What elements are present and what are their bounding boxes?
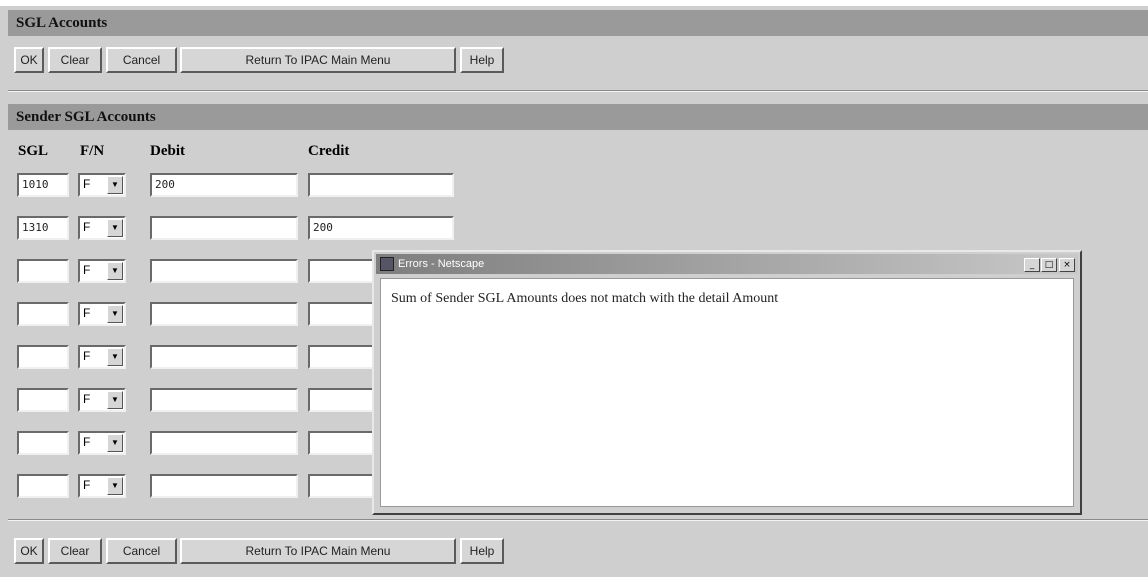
chevron-down-icon[interactable]: ▼ — [107, 262, 123, 280]
sgl-input[interactable] — [17, 302, 69, 326]
debit-input[interactable] — [150, 302, 298, 326]
fn-select-value: F — [83, 220, 91, 234]
sgl-input[interactable] — [17, 474, 69, 498]
col-fn: F/N — [80, 143, 105, 159]
help-button-top[interactable]: Help — [460, 47, 504, 73]
cancel-button-bottom[interactable]: Cancel — [106, 538, 177, 564]
return-main-menu-button-top[interactable]: Return To IPAC Main Menu — [180, 47, 456, 73]
sender-sgl-accounts-header: Sender SGL Accounts — [8, 104, 1148, 130]
chevron-down-icon[interactable]: ▼ — [107, 434, 123, 452]
divider-top — [8, 90, 1148, 92]
fn-select[interactable]: F ▼ — [78, 173, 126, 197]
fn-select-value: F — [83, 478, 91, 492]
ok-button-bottom[interactable]: OK — [14, 538, 44, 564]
return-main-menu-button-bottom[interactable]: Return To IPAC Main Menu — [180, 538, 456, 564]
fn-select-value: F — [83, 263, 91, 277]
fn-select-value: F — [83, 435, 91, 449]
fn-select[interactable]: F ▼ — [78, 474, 126, 498]
chevron-down-icon[interactable]: ▼ — [107, 176, 123, 194]
chevron-down-icon[interactable]: ▼ — [107, 477, 123, 495]
fn-select-value: F — [83, 349, 91, 363]
error-message: Sum of Sender SGL Amounts does not match… — [391, 291, 779, 306]
clear-button-bottom[interactable]: Clear — [48, 538, 102, 564]
close-icon[interactable]: × — [1059, 258, 1075, 272]
col-sgl: SGL — [18, 143, 49, 159]
dialog-content: Sum of Sender SGL Amounts does not match… — [380, 278, 1074, 507]
fn-select[interactable]: F ▼ — [78, 259, 126, 283]
debit-input[interactable] — [150, 216, 298, 240]
sgl-accounts-header: SGL Accounts — [8, 10, 1148, 36]
debit-input[interactable] — [150, 259, 298, 283]
col-debit: Debit — [150, 143, 185, 159]
col-credit: Credit — [308, 143, 350, 159]
sgl-input[interactable]: 1010 — [17, 173, 69, 197]
fn-select-value: F — [83, 392, 91, 406]
sgl-input[interactable] — [17, 259, 69, 283]
credit-input[interactable]: 200 — [308, 216, 454, 240]
fn-select-value: F — [83, 306, 91, 320]
credit-input[interactable] — [308, 173, 454, 197]
sgl-input[interactable] — [17, 388, 69, 412]
debit-input[interactable] — [150, 388, 298, 412]
chevron-down-icon[interactable]: ▼ — [107, 348, 123, 366]
error-dialog: Errors - Netscape _ □ × Sum of Sender SG… — [372, 250, 1082, 515]
ok-button-top[interactable]: OK — [14, 47, 44, 73]
debit-input[interactable]: 200 — [150, 173, 298, 197]
help-button-bottom[interactable]: Help — [460, 538, 504, 564]
fn-select[interactable]: F ▼ — [78, 388, 126, 412]
fn-select[interactable]: F ▼ — [78, 302, 126, 326]
sgl-input[interactable]: 1310 — [17, 216, 69, 240]
dialog-titlebar[interactable]: Errors - Netscape _ □ × — [376, 254, 1078, 274]
netscape-app-icon — [380, 257, 394, 271]
sgl-input[interactable] — [17, 431, 69, 455]
sgl-input[interactable] — [17, 345, 69, 369]
maximize-icon[interactable]: □ — [1041, 258, 1057, 272]
top-strip — [0, 0, 1148, 6]
chevron-down-icon[interactable]: ▼ — [107, 391, 123, 409]
chevron-down-icon[interactable]: ▼ — [107, 219, 123, 237]
minimize-icon[interactable]: _ — [1024, 258, 1040, 272]
chevron-down-icon[interactable]: ▼ — [107, 305, 123, 323]
fn-select[interactable]: F ▼ — [78, 431, 126, 455]
dialog-title: Errors - Netscape — [398, 258, 485, 270]
fn-select[interactable]: F ▼ — [78, 216, 126, 240]
fn-select[interactable]: F ▼ — [78, 345, 126, 369]
divider-bottom — [8, 519, 1148, 521]
debit-input[interactable] — [150, 431, 298, 455]
clear-button-top[interactable]: Clear — [48, 47, 102, 73]
cancel-button-top[interactable]: Cancel — [106, 47, 177, 73]
debit-input[interactable] — [150, 474, 298, 498]
debit-input[interactable] — [150, 345, 298, 369]
fn-select-value: F — [83, 177, 91, 191]
